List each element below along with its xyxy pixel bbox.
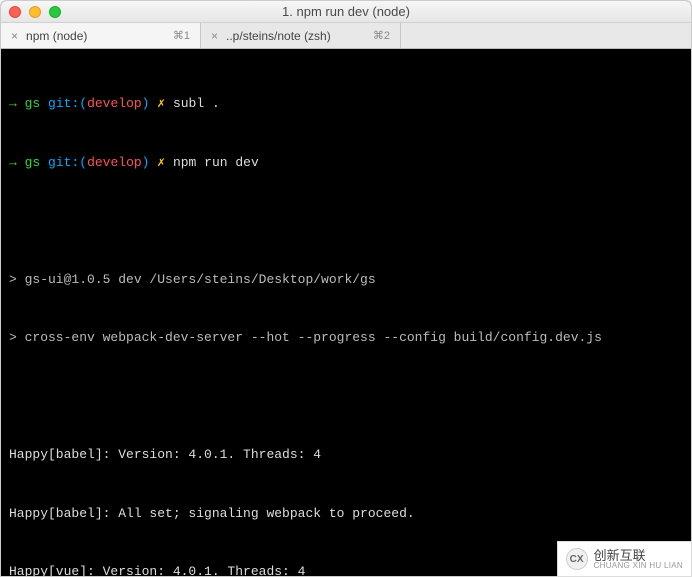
window-title: 1. npm run dev (node) — [1, 4, 691, 19]
tab-shortcut: ⌘1 — [173, 29, 190, 42]
watermark-logo-icon: CX — [566, 548, 588, 570]
blank-line — [9, 211, 683, 231]
command-text: npm run dev — [173, 155, 259, 170]
watermark-cn: 创新互联 — [594, 549, 683, 562]
close-tab-icon[interactable]: × — [211, 29, 218, 43]
happy-line: Happy[babel]: All set; signaling webpack… — [9, 504, 683, 524]
prompt-line-2: → gs git:(develop) ✗ npm run dev — [9, 153, 683, 173]
tab-npm[interactable]: × npm (node) ⌘1 — [1, 23, 201, 48]
npm-run-line: > cross-env webpack-dev-server --hot --p… — [9, 328, 683, 348]
git-branch: develop — [87, 155, 142, 170]
close-tab-icon[interactable]: × — [11, 29, 18, 43]
tab-bar: × npm (node) ⌘1 × ..p/steins/note (zsh) … — [1, 23, 691, 49]
prompt-user: gs — [25, 96, 41, 111]
blank-line — [9, 387, 683, 407]
tab-label: npm (node) — [26, 29, 87, 43]
watermark: CX 创新互联 CHUANG XIN HU LIAN — [557, 541, 692, 577]
tab-label: ..p/steins/note (zsh) — [226, 29, 331, 43]
command-text: subl . — [173, 96, 220, 111]
arrow-icon: → — [9, 155, 17, 170]
terminal-output[interactable]: → gs git:(develop) ✗ subl . → gs git:(de… — [1, 49, 691, 576]
npm-run-line: > gs-ui@1.0.5 dev /Users/steins/Desktop/… — [9, 270, 683, 290]
git-close: ) — [142, 96, 150, 111]
git-branch: develop — [87, 96, 142, 111]
git-label: git:( — [48, 96, 87, 111]
watermark-text: 创新互联 CHUANG XIN HU LIAN — [594, 549, 683, 570]
titlebar: 1. npm run dev (node) — [1, 1, 691, 23]
git-close: ) — [142, 155, 150, 170]
prompt-line-1: → gs git:(develop) ✗ subl . — [9, 94, 683, 114]
happy-line: Happy[babel]: Version: 4.0.1. Threads: 4 — [9, 445, 683, 465]
prompt-symbol: ✗ — [157, 96, 165, 111]
prompt-symbol: ✗ — [157, 155, 165, 170]
tab-shortcut: ⌘2 — [373, 29, 390, 42]
git-label: git:( — [48, 155, 87, 170]
arrow-icon: → — [9, 96, 17, 111]
prompt-user: gs — [25, 155, 41, 170]
terminal-window: 1. npm run dev (node) × npm (node) ⌘1 × … — [0, 0, 692, 577]
tab-zsh[interactable]: × ..p/steins/note (zsh) ⌘2 — [201, 23, 401, 48]
watermark-en: CHUANG XIN HU LIAN — [594, 562, 683, 570]
